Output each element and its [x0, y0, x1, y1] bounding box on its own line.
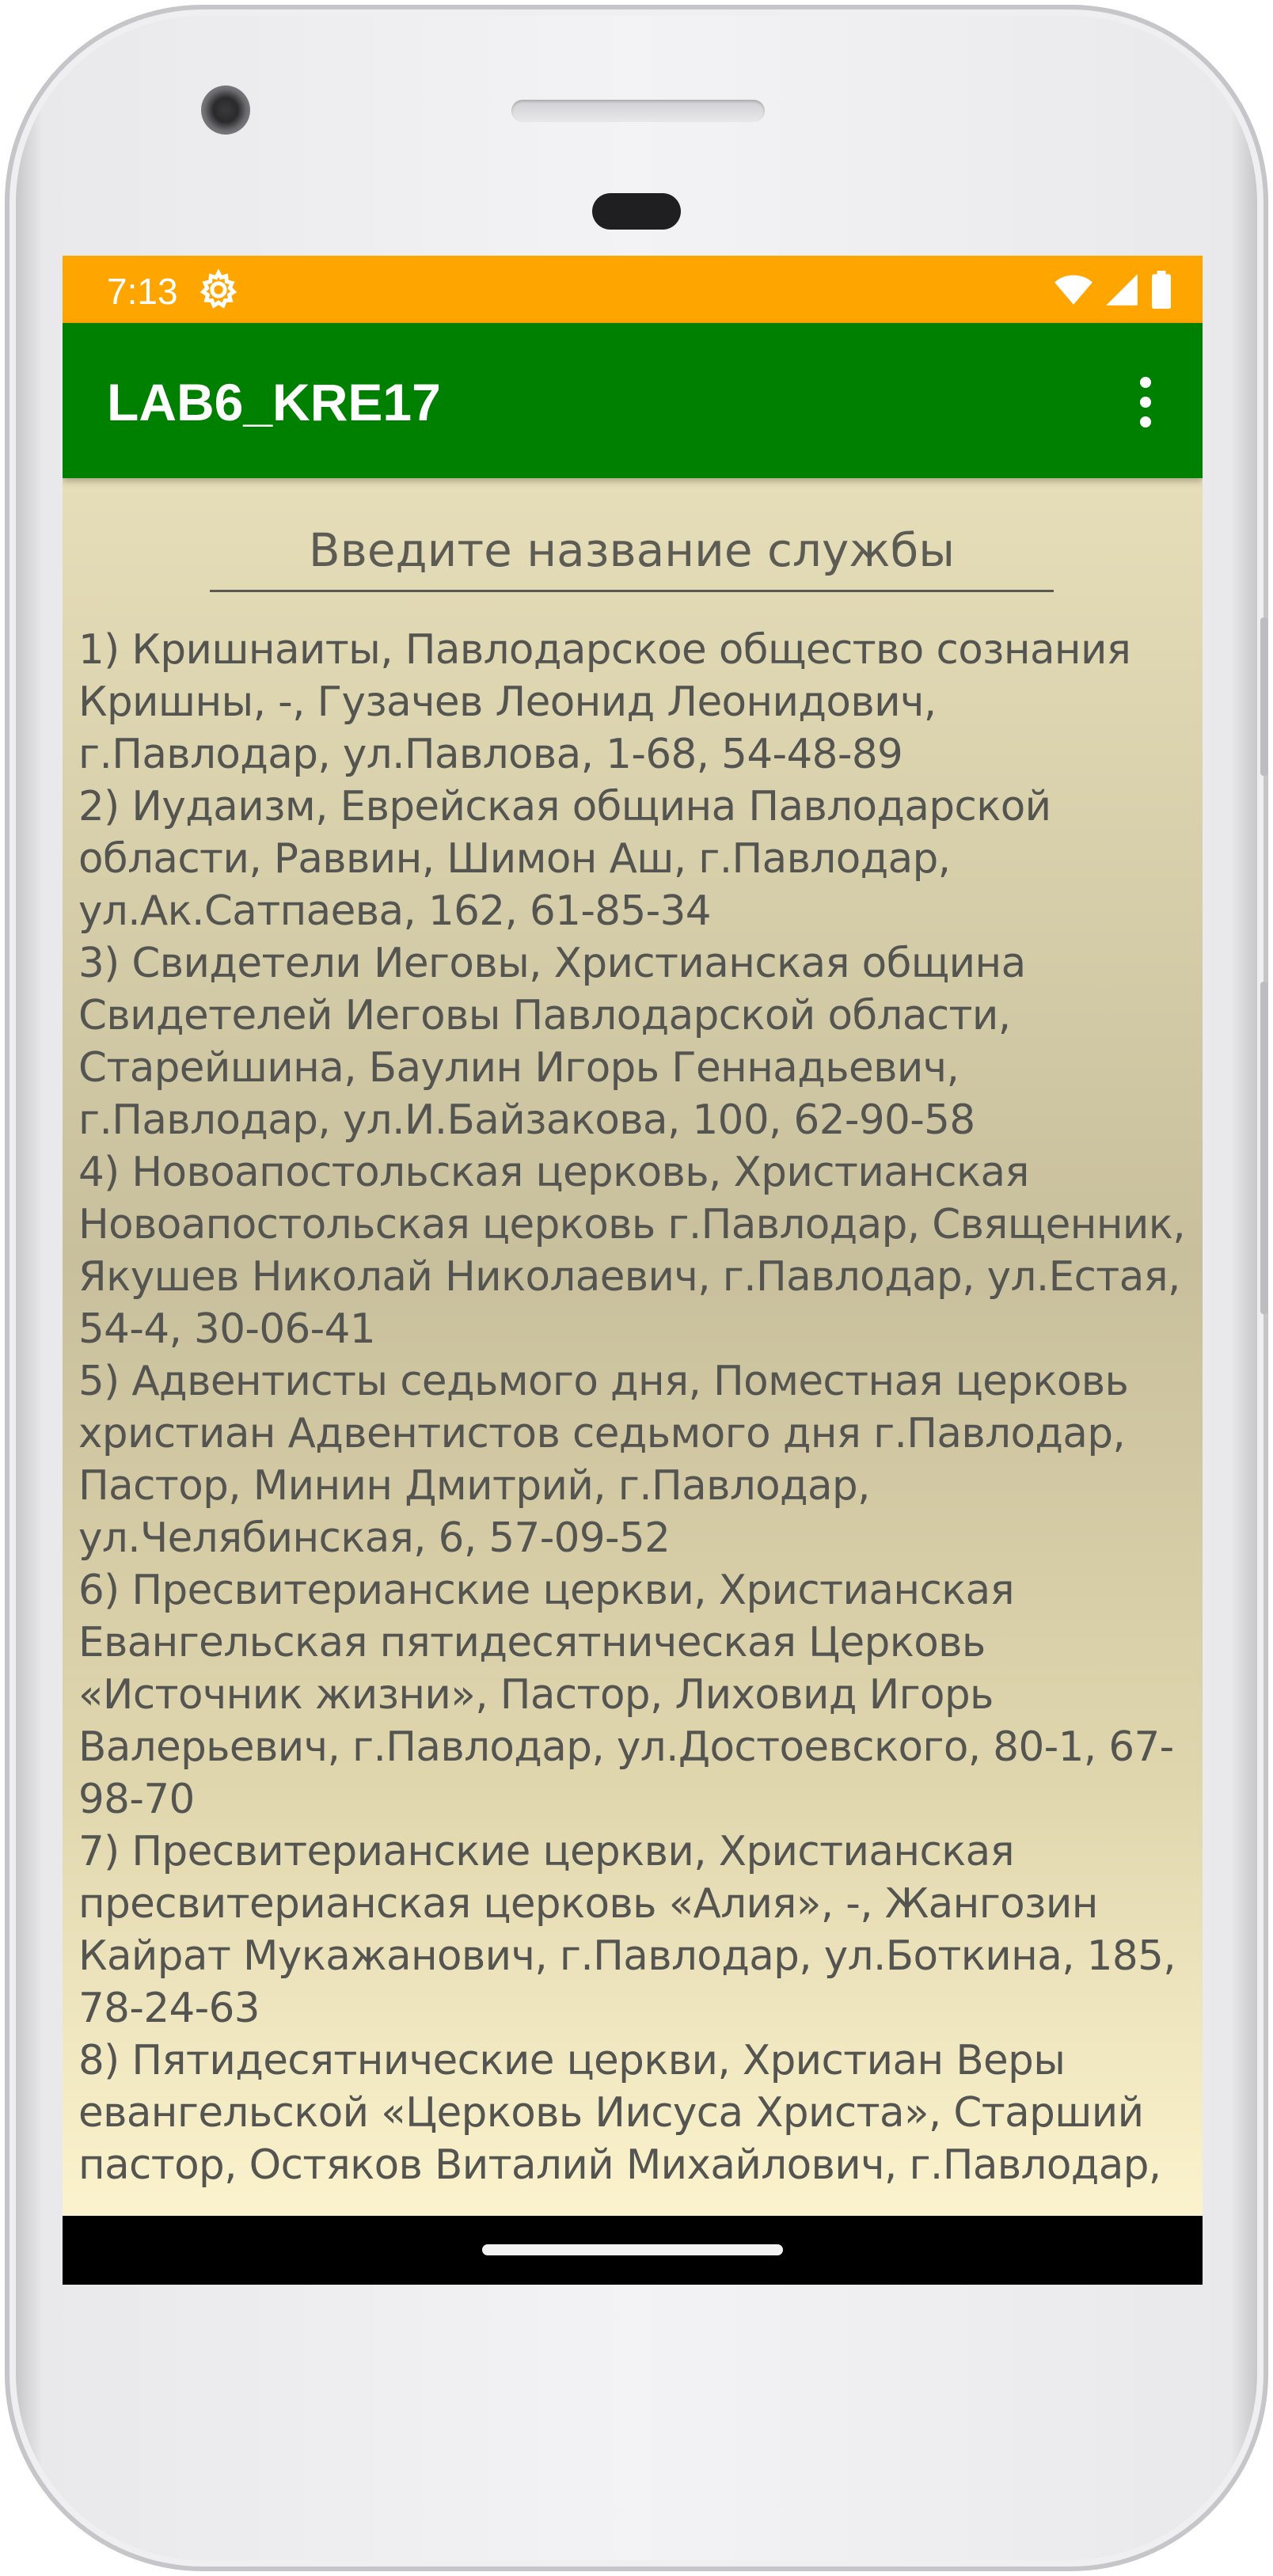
service-name-input[interactable]	[210, 510, 1054, 592]
home-gesture-pill[interactable]	[482, 2244, 783, 2255]
battery-icon	[1152, 271, 1171, 309]
app-bar: LAB6_KRE17	[63, 323, 1203, 478]
list-item: 4) Новоапостольская церковь, Христианска…	[78, 1149, 1186, 1353]
more-vert-icon[interactable]	[1130, 370, 1161, 434]
phone-screen: 7:13 LAB6_KRE17 1) Криш	[63, 256, 1203, 2285]
list-item: 7) Пресвитерианские церкви, Христианская…	[78, 1828, 1176, 2032]
list-item: 8) Пятидесятнические церкви, Христиан Ве…	[78, 2037, 1161, 2189]
navigation-bar	[63, 2216, 1203, 2285]
volume-button	[1260, 982, 1268, 1314]
list-item: 6) Пресвитерианские церкви, Христианская…	[78, 1567, 1174, 1823]
app-title: LAB6_KRE17	[107, 373, 441, 431]
list-item: 2) Иудаизм, Еврейская община Павлодарско…	[78, 783, 1051, 935]
status-icons	[1054, 268, 1172, 311]
services-list: 1) Кришнаиты, Павлодарское общество созн…	[78, 624, 1195, 2191]
front-camera	[201, 85, 250, 135]
settings-gear-icon	[200, 268, 238, 309]
content-area[interactable]: 1) Кришнаиты, Павлодарское общество созн…	[63, 478, 1203, 2216]
menu-dot	[1140, 377, 1151, 388]
menu-dot	[1140, 397, 1151, 408]
power-button	[1260, 617, 1268, 776]
list-item: 1) Кришнаиты, Павлодарское общество созн…	[78, 626, 1131, 778]
menu-dot	[1140, 416, 1151, 427]
signal-icon	[1106, 274, 1138, 306]
status-bar: 7:13	[63, 256, 1203, 323]
status-time: 7:13	[107, 271, 178, 312]
list-item: 3) Свидетели Иеговы, Христианская община…	[78, 940, 1026, 1144]
list-item: 5) Адвентисты седьмого дня, Поместная це…	[78, 1358, 1129, 1562]
proximity-sensor	[592, 193, 681, 230]
wifi-icon	[1054, 275, 1092, 305]
earpiece-speaker	[511, 100, 765, 122]
